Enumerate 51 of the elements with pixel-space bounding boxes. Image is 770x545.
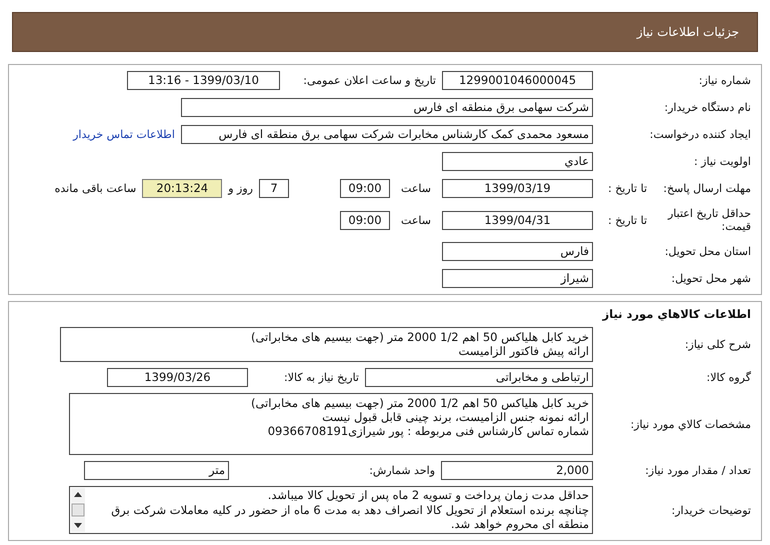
scrollbar[interactable] xyxy=(71,488,85,532)
field-label: اولویت نیاز : xyxy=(692,155,751,168)
text-line: ارائه پیش فاکتور الزامیست xyxy=(458,344,589,358)
unit-field: متر xyxy=(84,461,229,480)
field-label: تاریخ نیاز به کالا: xyxy=(283,371,359,384)
time-field: 09:00 xyxy=(340,210,390,230)
goods-group-field: ارتباطی و مخابراتی xyxy=(365,368,593,387)
buyer-org-field: شرکت سهامی برق منطقه ای فارس xyxy=(181,98,593,117)
text-line: خرید کابل هلیاکس 50 اهم 1/2 2000 متر (جهت بیسیم های مخابراتی) xyxy=(250,396,589,410)
field-label: نام دستگاه خریدار: xyxy=(663,101,751,114)
field-label: شرح کلی نیاز: xyxy=(684,338,751,351)
page-title: جزئیات اطلاعات نیاز xyxy=(636,25,739,39)
date-field: 1399/04/31 xyxy=(442,210,593,230)
days-label: روز و xyxy=(228,182,253,195)
time-label: ساعت xyxy=(400,182,432,195)
field-label: ایجاد کننده درخواست: xyxy=(648,128,751,141)
need-date-field: 1399/03/26 xyxy=(107,368,248,387)
field-label: توضیحات خریدار: xyxy=(670,504,751,516)
text-line: شماره تماس کارشناس فنی مربوطه : پور شیرازی09366708191 xyxy=(266,424,589,438)
field-label: مشخصات کالاي مورد نياز: xyxy=(629,418,751,430)
priority-field: عادي xyxy=(442,152,593,171)
time-label: ساعت xyxy=(400,214,432,226)
text-line: حداقل مدت زمان پرداخت و تسویه 2 ماه پس از تحویل کالا میباشد. xyxy=(266,488,589,502)
text-line: خرید کابل هلیاکس 50 اهم 1/2 2000 متر (جهت بیسیم های مخابراتی) xyxy=(250,330,589,344)
requester-field: مسعود محمدی کمک کارشناس مخابرات شرکت سهامی برق منطقه ای فارس xyxy=(181,125,593,144)
field-label: گروه کالا: xyxy=(706,371,751,384)
field-label: استان محل تحویل: xyxy=(664,245,751,258)
text-line: منطقه ای محروم خواهد شد. xyxy=(450,517,589,532)
buyer-contact-link[interactable]: اطلاعات تماس خریدار xyxy=(73,128,175,141)
announce-date-field: 1399/03/10 - 13:16 xyxy=(127,71,280,90)
field-label: شهر محل تحویل: xyxy=(670,272,751,285)
field-label: تاریخ و ساعت اعلان عمومی: xyxy=(302,74,436,87)
field-label: حداقل تاریخ اعتبار قیمت: xyxy=(666,206,751,234)
need-number-field: 1299001046000045 xyxy=(442,71,593,90)
text-line: چنانچه برنده استعلام از تحویل کالا انصراف دهد به مدت 6 ماه از حضور در کلیه معاملات شرکت برق xyxy=(110,502,589,517)
text-line: ارائه نمونه جنس الزامیست، برند چینی قابل قبول نیست xyxy=(321,410,589,424)
city-field: شیراز xyxy=(442,269,593,288)
field-label: تعداد / مقدار مورد نیاز: xyxy=(644,464,751,477)
quantity-field: 2,000 xyxy=(441,461,593,480)
remaining-time-field: 20:13:24 xyxy=(142,179,222,198)
field-label: مهلت ارسال پاسخ: xyxy=(662,182,751,196)
date-field: 1399/03/19 xyxy=(442,179,593,198)
field-label: تا تاریخ : xyxy=(607,214,647,226)
field-label: تا تاریخ : xyxy=(607,182,647,195)
section-title: اطلاعات کالاهاي مورد نياز xyxy=(601,307,751,321)
remaining-label: ساعت باقی مانده xyxy=(54,182,136,195)
province-field: فارس xyxy=(442,242,593,261)
days-field: 7 xyxy=(259,179,289,198)
field-label: واحد شمارش: xyxy=(368,464,435,477)
field-label: شماره نیاز: xyxy=(698,74,751,87)
time-field: 09:00 xyxy=(340,179,390,198)
